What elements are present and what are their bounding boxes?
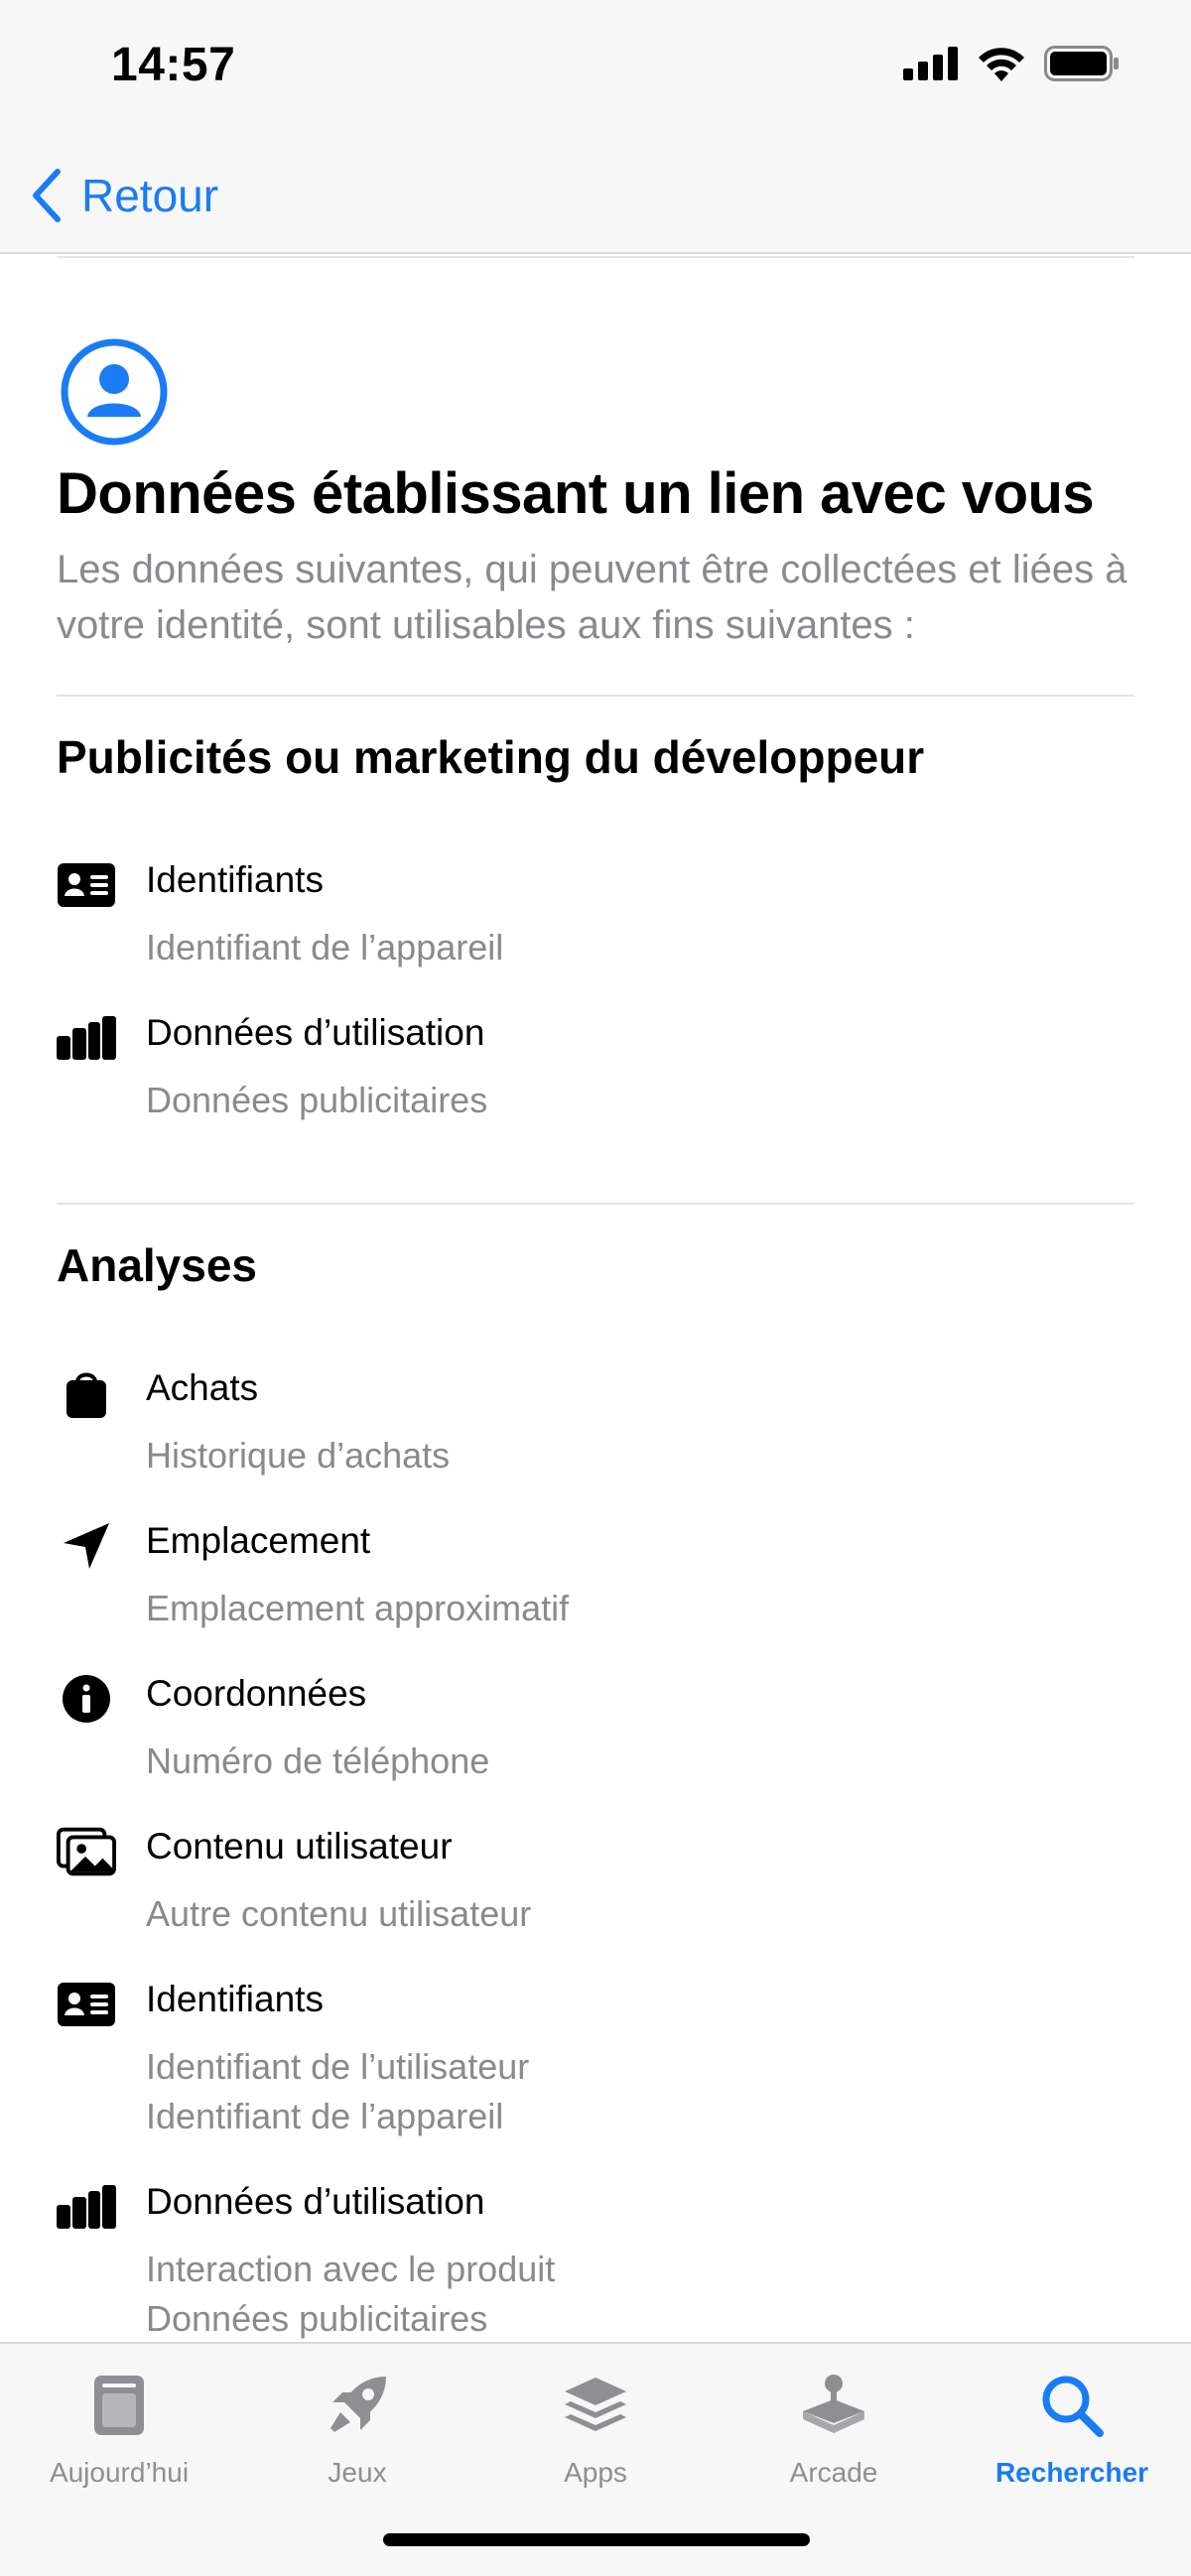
info-icon	[57, 1669, 116, 1729]
tab-games[interactable]: Jeux	[238, 2366, 476, 2514]
user-circle-icon	[60, 337, 169, 451]
bar-chart-icon	[57, 1008, 116, 1068]
status-icons	[903, 46, 1120, 81]
group-title-analytics: Analyses	[57, 1239, 258, 1291]
tab-label: Arcade	[789, 2457, 878, 2488]
item-detail: Identifiant de l’appareil	[146, 927, 504, 967]
home-indicator	[383, 2533, 810, 2546]
item-detail: Identifiant de l’utilisateur	[146, 2046, 530, 2087]
tab-apps[interactable]: Apps	[476, 2366, 715, 2514]
back-label: Retour	[81, 170, 219, 221]
group-title-marketing: Publicités ou marketing du développeur	[57, 731, 925, 783]
joystick-icon	[799, 2366, 868, 2445]
shopping-bag-icon	[57, 1363, 116, 1423]
nav-bar: Retour	[0, 139, 1191, 254]
today-icon	[92, 2366, 146, 2445]
divider	[57, 695, 1134, 697]
status-time: 14:57	[111, 39, 236, 91]
tab-search[interactable]: Rechercher	[953, 2366, 1191, 2514]
status-bar: 14:57	[0, 0, 1191, 139]
location-arrow-icon	[57, 1516, 116, 1576]
divider	[57, 1203, 1134, 1205]
item-label: Données d’utilisation	[146, 1012, 485, 1053]
item-label: Achats	[146, 1367, 259, 1408]
section-title: Données établissant un lien avec vous	[57, 461, 1095, 526]
apps-stack-icon	[563, 2366, 628, 2445]
item-detail: Autre contenu utilisateur	[146, 1893, 532, 1934]
bar-chart-icon	[57, 2177, 116, 2237]
tab-label: Jeux	[328, 2457, 387, 2488]
top-divider	[57, 256, 1134, 258]
back-button[interactable]: Retour	[30, 161, 218, 230]
item-detail: Numéro de téléphone	[146, 1740, 490, 1781]
item-label: Identifiants	[146, 859, 324, 900]
cellular-signal-icon	[903, 47, 958, 80]
id-card-icon	[57, 855, 116, 915]
item-detail: Données publicitaires	[146, 2298, 488, 2339]
item-detail: Historique d’achats	[146, 1435, 451, 1476]
privacy-detail-content[interactable]: Données établissant un lien avec vous Le…	[0, 254, 1191, 2342]
tab-label: Rechercher	[994, 2457, 1149, 2488]
item-detail: Emplacement approximatif	[146, 1588, 570, 1628]
wifi-icon	[979, 48, 1024, 81]
section-description: Les données suivantes, qui peuvent être …	[57, 548, 1127, 647]
item-label: Coordonnées	[146, 1673, 367, 1714]
battery-icon	[1044, 46, 1119, 81]
search-icon	[1040, 2366, 1104, 2445]
tab-label: Apps	[564, 2457, 627, 2488]
item-label: Données d’utilisation	[146, 2181, 485, 2222]
item-detail: Interaction avec le produit	[146, 2249, 556, 2289]
tab-label: Aujourd’hui	[49, 2457, 190, 2488]
item-detail: Données publicitaires	[146, 1080, 488, 1120]
tab-arcade[interactable]: Arcade	[715, 2366, 953, 2514]
tab-today[interactable]: Aujourd’hui	[0, 2366, 238, 2514]
id-card-icon	[57, 1975, 116, 2034]
item-detail: Identifiant de l’appareil	[146, 2096, 504, 2136]
photos-icon	[57, 1822, 116, 1881]
rocket-icon	[325, 2366, 390, 2445]
item-label: Emplacement	[146, 1520, 371, 1561]
item-label: Contenu utilisateur	[146, 1826, 453, 1867]
chevron-left-icon	[33, 169, 61, 222]
item-label: Identifiants	[146, 1979, 324, 2019]
